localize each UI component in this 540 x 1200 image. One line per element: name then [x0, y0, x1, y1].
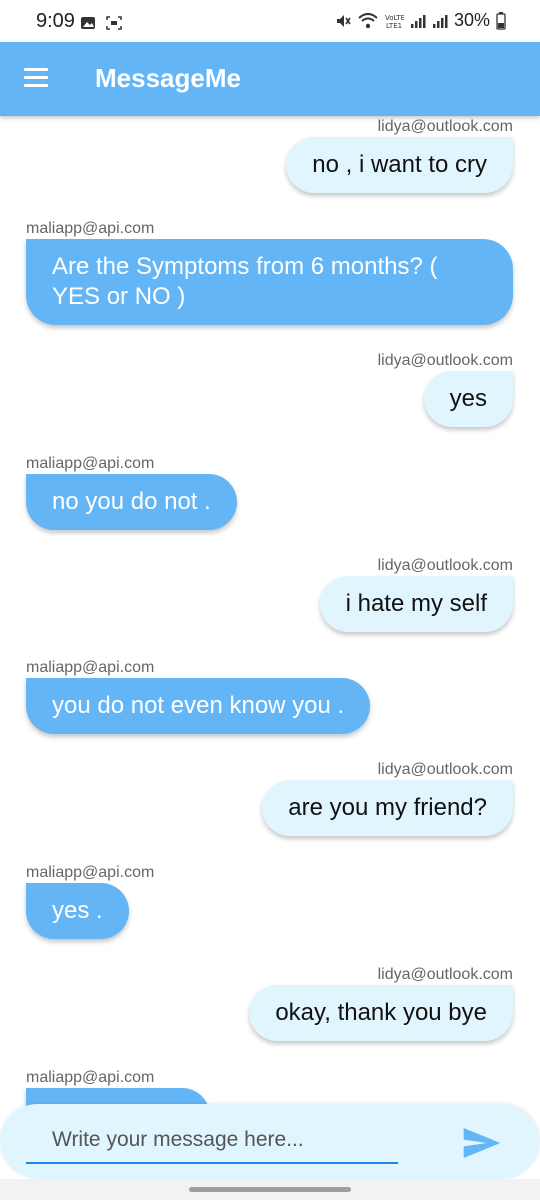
message-bubble: yes . [26, 883, 129, 939]
message-item: lidya@outlook.com no , i want to cry [286, 118, 513, 193]
message-input[interactable] [26, 1118, 398, 1164]
message-sender: lidya@outlook.com [377, 761, 513, 778]
home-indicator[interactable] [189, 1187, 351, 1192]
svg-text:LTE1: LTE1 [386, 22, 402, 30]
message-bubble: Are the Symptoms from 6 months? ( YES or… [26, 239, 513, 325]
message-bubble: no , i want to cry [286, 137, 513, 193]
message-item: maliapp@api.com you do not even know you… [26, 659, 371, 734]
message-item: maliapp@api.com [26, 1069, 210, 1106]
volte-icon: VoLTE LTE1 [385, 14, 404, 30]
battery-icon [496, 11, 506, 30]
message-sender: maliapp@api.com [26, 864, 155, 881]
message-sender: lidya@outlook.com [377, 352, 513, 369]
send-icon[interactable] [462, 1126, 502, 1160]
message-item: maliapp@api.com no you do not . [26, 455, 237, 530]
message-sender: lidya@outlook.com [377, 118, 513, 135]
message-sender: lidya@outlook.com [377, 966, 513, 983]
app-title: MessageMe [95, 63, 241, 93]
message-bubble: okay, thank you bye [249, 985, 513, 1041]
signal-icon [410, 14, 426, 28]
message-sender: maliapp@api.com [26, 1069, 155, 1086]
message-sender: maliapp@api.com [26, 455, 155, 472]
svg-text:VoLTE: VoLTE [385, 14, 404, 22]
message-item: maliapp@api.com yes . [26, 864, 154, 939]
battery-percent: 30% [453, 10, 490, 30]
message-item: lidya@outlook.com okay, thank you bye [249, 966, 513, 1041]
message-item: maliapp@api.com Are the Symptoms from 6 … [26, 220, 513, 325]
message-bubble: no you do not . [26, 474, 237, 530]
message-item: lidya@outlook.com are you my friend? [262, 761, 513, 836]
message-sender: lidya@outlook.com [377, 557, 513, 574]
message-bubble: yes [423, 371, 513, 427]
status-bar: 9:09 VoLTE LTE1 30% [0, 0, 540, 42]
image-icon [81, 17, 95, 29]
chat-list[interactable]: lidya@outlook.com no , i want to cry mal… [0, 116, 540, 1106]
signal-icon [432, 14, 448, 28]
navigation-bar [0, 1179, 540, 1200]
message-sender: maliapp@api.com [26, 659, 155, 676]
app-bar: MessageMe [0, 42, 540, 116]
message-bubble: are you my friend? [262, 780, 513, 836]
menu-icon[interactable] [24, 68, 48, 88]
message-item: lidya@outlook.com i hate my self [319, 557, 513, 632]
message-sender: maliapp@api.com [26, 220, 155, 237]
message-composer [0, 1104, 540, 1179]
mute-icon [336, 14, 351, 27]
screenshot-icon [106, 16, 122, 30]
wifi-icon [358, 12, 378, 28]
status-time: 9:09 [36, 10, 75, 32]
message-item: lidya@outlook.com yes [378, 352, 513, 427]
message-bubble: i hate my self [319, 576, 513, 632]
message-bubble: you do not even know you . [26, 678, 371, 734]
